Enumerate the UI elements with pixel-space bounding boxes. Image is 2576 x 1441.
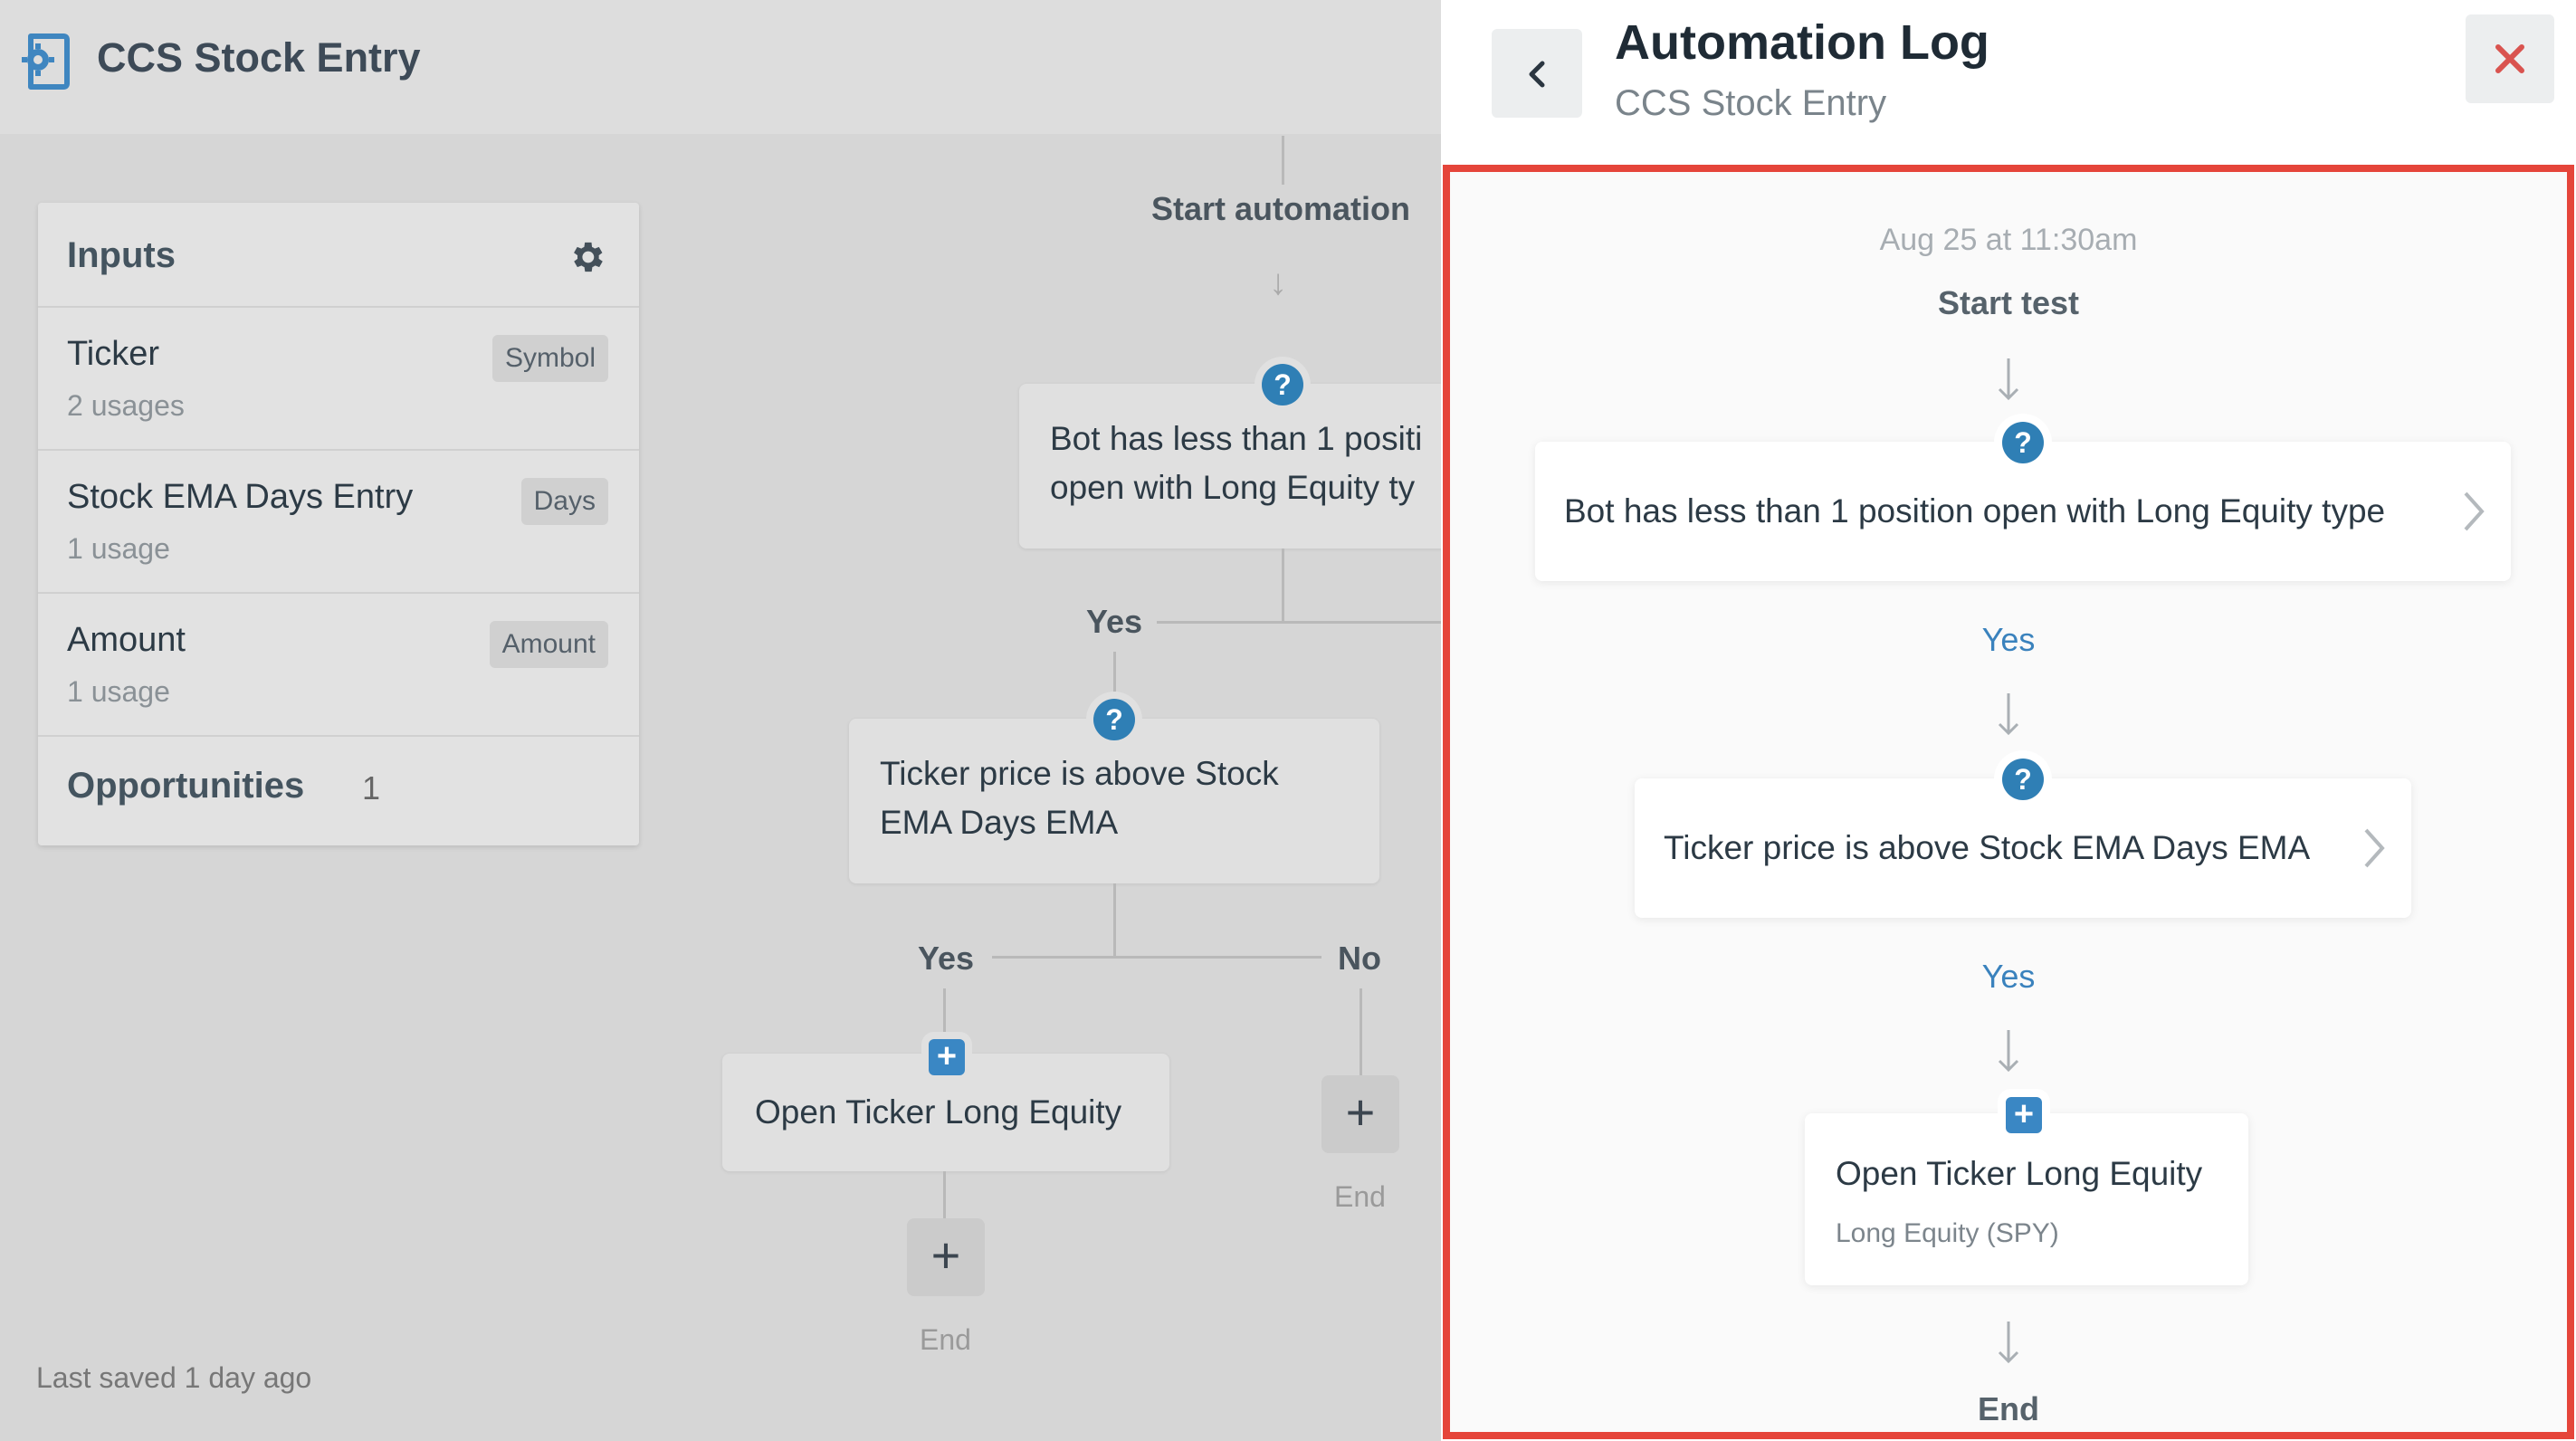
start-test-label: Start test [1937, 284, 2080, 321]
question-icon: ? [1262, 364, 1303, 406]
arrow-down-icon [1998, 693, 2019, 736]
input-type-badge: Amount [489, 621, 608, 668]
yes-label: Yes [1086, 603, 1143, 640]
yes-label: Yes [918, 940, 975, 977]
automation-log-drawer: Automation Log CCS Stock Entry Aug 25 at… [1441, 0, 2576, 1441]
arrow-down-icon [1998, 1322, 2019, 1364]
condition-text-line2: open with Long Equity ty [1050, 469, 1416, 506]
input-row-amount[interactable]: Amount 1 usage Amount [38, 594, 639, 737]
condition-text-line1: Ticker price is above Stock [880, 755, 1279, 792]
log-subtitle: CCS Stock Entry [1615, 83, 1887, 123]
input-type-badge: Days [520, 478, 608, 525]
log-action-detail: Long Equity (SPY) [1836, 1218, 2059, 1248]
log-yes-label: Yes [1981, 958, 2036, 995]
flow-connector [992, 956, 1321, 959]
back-button[interactable] [1492, 29, 1582, 118]
input-usage: 1 usage [67, 675, 170, 708]
opportunities-link[interactable]: Opportunities [67, 766, 304, 806]
flow-connector [1113, 883, 1116, 958]
input-name: Ticker [67, 335, 160, 373]
inputs-header: Inputs [38, 203, 639, 308]
close-icon [2495, 44, 2524, 73]
gear-icon[interactable] [567, 237, 606, 277]
flow-connector [943, 1171, 946, 1220]
condition-text-line2: EMA Days EMA [880, 804, 1119, 841]
app-header: CCS Stock Entry [0, 0, 1441, 134]
plus-icon: + [2006, 1097, 2042, 1133]
log-condition-text: Bot has less than 1 position open with L… [1564, 492, 2386, 530]
app-logo-icon [22, 33, 70, 90]
log-action-text: Open Ticker Long Equity [1836, 1155, 2203, 1192]
close-button[interactable] [2466, 14, 2554, 103]
input-row-ticker[interactable]: Ticker 2 usages Symbol [38, 308, 639, 451]
flow-connector [1282, 549, 1284, 623]
arrow-down-icon: ↓ [1269, 262, 1287, 302]
question-icon: ? [2002, 422, 2044, 463]
flow-connector [1157, 621, 1441, 624]
chevron-right-icon [2464, 491, 2485, 531]
input-type-badge: Symbol [491, 335, 608, 382]
log-timestamp: Aug 25 at 11:30am [1879, 223, 2138, 257]
inputs-panel: Inputs Ticker 2 usages Symbol Stock EMA … [38, 203, 639, 845]
flow-connector [1113, 652, 1116, 702]
input-name: Amount [67, 621, 186, 659]
log-yes-label: Yes [1981, 621, 2036, 658]
add-step-button[interactable]: + [1321, 1075, 1399, 1153]
app-title: CCS Stock Entry [97, 34, 421, 81]
no-label: No [1338, 940, 1381, 977]
input-usage: 1 usage [67, 532, 170, 565]
flow-connector [943, 988, 946, 1039]
plus-icon: + [929, 1039, 965, 1075]
add-step-button[interactable]: + [907, 1218, 985, 1296]
end-label: End [920, 1323, 971, 1356]
question-icon: ? [1093, 699, 1135, 740]
last-saved-status: Last saved 1 day ago [36, 1361, 312, 1394]
log-action-card[interactable]: Open Ticker Long Equity Long Equity (SPY… [1805, 1113, 2248, 1285]
condition-card-ema[interactable]: Ticker price is above Stock EMA Days EMA [849, 719, 1379, 883]
back-chevron-icon [1529, 61, 1545, 88]
log-title: Automation Log [1615, 15, 1989, 70]
arrow-down-icon [1998, 358, 2019, 401]
chevron-right-icon [2364, 828, 2385, 868]
automation-editor: CCS Stock Entry Inputs Ticker 2 usages S… [0, 0, 1454, 1441]
input-name: Stock EMA Days Entry [67, 478, 414, 516]
input-row-stock-ema-days[interactable]: Stock EMA Days Entry 1 usage Days [38, 451, 639, 594]
flow-connector [1282, 136, 1284, 185]
flow-connector [1360, 988, 1362, 1079]
opportunities-count: 1 [362, 769, 381, 806]
arrow-down-icon [1998, 1030, 2019, 1073]
action-text: Open Ticker Long Equity [755, 1093, 1122, 1131]
input-usage: 2 usages [67, 389, 185, 422]
log-timeline: Aug 25 at 11:30am Start test Bot has les… [1443, 165, 2574, 1439]
log-condition-text: Ticker price is above Stock EMA Days EMA [1664, 829, 2311, 866]
inputs-title: Inputs [67, 235, 176, 275]
condition-text-line1: Bot has less than 1 positi [1050, 420, 1423, 457]
start-automation-label: Start automation [1151, 190, 1411, 227]
condition-card-positions[interactable]: Bot has less than 1 positi open with Lon… [1019, 384, 1454, 549]
end-label: End [1334, 1180, 1386, 1213]
log-end-label: End [1978, 1390, 2039, 1427]
question-icon: ? [2002, 759, 2044, 800]
